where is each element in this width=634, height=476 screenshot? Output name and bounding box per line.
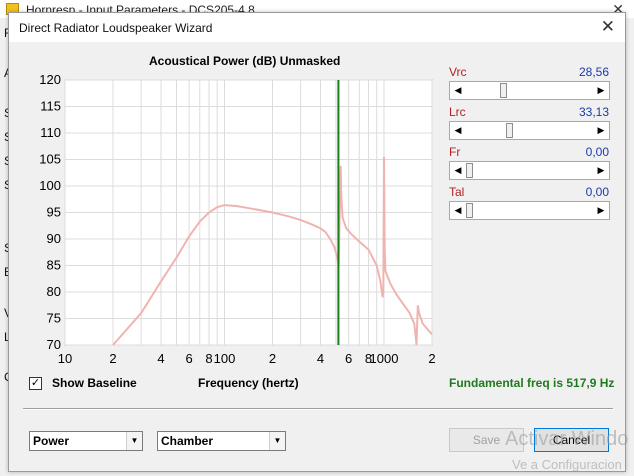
x-tick-label: 10 — [58, 351, 72, 366]
param-value-vrc: 28,56 — [578, 65, 609, 79]
separator — [23, 408, 613, 410]
vrc-slider-right-arrow-icon[interactable]: ▶ — [593, 82, 609, 99]
frequency-axis-label: Frequency (hertz) — [198, 376, 299, 390]
y-tick-label: 70 — [47, 337, 61, 352]
y-tick-label: 95 — [47, 205, 61, 220]
chevron-down-icon[interactable]: ▼ — [269, 432, 285, 450]
chevron-down-icon[interactable]: ▼ — [126, 432, 142, 450]
activation-watermark: Activar Windo — [505, 428, 629, 450]
lrc-slider[interactable]: ◀ ▶ — [449, 121, 610, 140]
x-tick-label: 2 — [269, 351, 276, 366]
activation-watermark-sub: Ve a Configuracion — [512, 457, 622, 472]
x-tick-label: 100 — [214, 351, 236, 366]
tal-slider-thumb[interactable] — [466, 203, 473, 218]
param-label-lrc: Lrc — [449, 105, 466, 119]
fr-slider-thumb[interactable] — [466, 163, 473, 178]
y-tick-label: 100 — [39, 178, 61, 193]
vrc-slider[interactable]: ◀ ▶ — [449, 81, 610, 100]
environment-value: Chamber — [161, 434, 214, 448]
y-tick-label: 85 — [47, 258, 61, 273]
lrc-slider-left-arrow-icon[interactable]: ◀ — [450, 122, 466, 139]
vrc-slider-thumb[interactable] — [500, 83, 507, 98]
fundamental-frequency-text: Fundamental freq is 517,9 Hz — [449, 376, 615, 390]
vrc-slider-left-arrow-icon[interactable]: ◀ — [450, 82, 466, 99]
fr-slider-right-arrow-icon[interactable]: ▶ — [593, 162, 609, 179]
x-tick-label: 8 — [205, 351, 212, 366]
dialog-title: Direct Radiator Loudspeaker Wizard — [19, 21, 213, 35]
chart-type-value: Power — [33, 434, 70, 448]
y-tick-label: 90 — [47, 231, 61, 246]
x-tick-label: 2 — [428, 351, 435, 366]
fr-slider[interactable]: ◀ ▶ — [449, 161, 610, 180]
power-chart: 70758085909510010511011512010 2 4 6 8 100 2 4 6 8… — [39, 75, 435, 366]
param-label-tal: Tal — [449, 185, 465, 199]
tal-slider-right-arrow-icon[interactable]: ▶ — [593, 202, 609, 219]
param-value-fr: 0,00 — [585, 145, 609, 159]
x-tick-label: 1000 — [370, 351, 399, 366]
dialog-titlebar: Direct Radiator Loudspeaker Wizard ✕ — [9, 13, 625, 42]
x-tick-label: 6 — [185, 351, 192, 366]
wizard-dialog: Direct Radiator Loudspeaker Wizard ✕ Aco… — [8, 12, 626, 472]
y-tick-label: 115 — [40, 99, 61, 114]
lrc-slider-thumb[interactable] — [506, 123, 513, 138]
param-value-tal: 0,00 — [585, 185, 609, 199]
tal-slider[interactable]: ◀ ▶ — [449, 201, 610, 220]
environment-dropdown[interactable]: Chamber ▼ — [157, 431, 286, 451]
param-label-fr: Fr — [449, 145, 461, 159]
fr-slider-left-arrow-icon[interactable]: ◀ — [450, 162, 466, 179]
tal-slider-left-arrow-icon[interactable]: ◀ — [450, 202, 466, 219]
x-tick-label: 6 — [345, 351, 352, 366]
x-tick-label: 2 — [109, 351, 116, 366]
param-label-vrc: Vrc — [449, 65, 467, 79]
chart-type-dropdown[interactable]: Power ▼ — [29, 431, 143, 451]
lrc-slider-right-arrow-icon[interactable]: ▶ — [593, 122, 609, 139]
x-tick-label: 4 — [157, 351, 164, 366]
y-tick-label: 105 — [39, 152, 61, 167]
dialog-close-icon[interactable]: ✕ — [601, 17, 615, 37]
chart-title: Acoustical Power (dB) Unmasked — [149, 54, 341, 68]
y-tick-label: 120 — [39, 75, 61, 87]
x-tick-label: 4 — [317, 351, 324, 366]
param-value-lrc: 33,13 — [578, 105, 609, 119]
y-tick-label: 80 — [47, 284, 61, 299]
show-baseline-label[interactable]: Show Baseline — [52, 376, 137, 390]
y-tick-label: 110 — [40, 125, 61, 140]
show-baseline-checkbox[interactable]: ✓ — [29, 377, 42, 390]
y-tick-label: 75 — [47, 311, 61, 326]
